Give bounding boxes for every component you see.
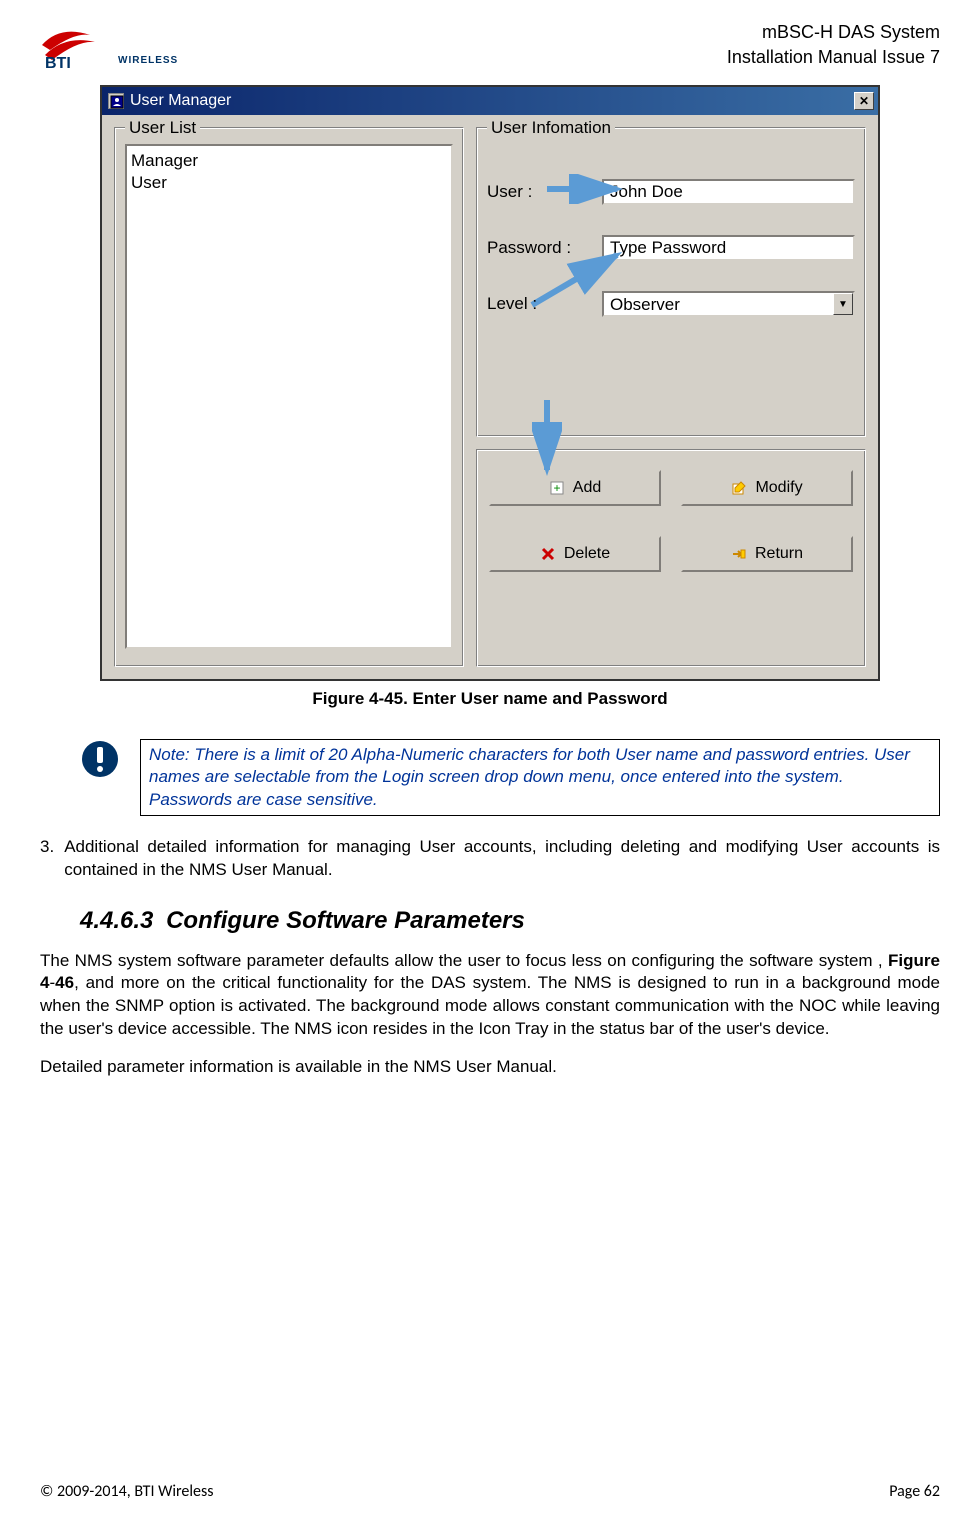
close-icon: ✕: [859, 94, 869, 108]
password-input[interactable]: [602, 235, 855, 261]
return-label: Return: [755, 545, 803, 563]
page-footer: © 2009-2014, BTI Wireless Page 62: [40, 1482, 940, 1501]
alert-icon: [80, 739, 120, 779]
chevron-down-icon: ▼: [833, 293, 853, 315]
delete-label: Delete: [564, 545, 610, 563]
level-value: Observer: [604, 293, 833, 315]
section-heading: 4.4.6.3 Configure Software Parameters: [80, 907, 940, 935]
doc-title: mBSC-H DAS System: [727, 20, 940, 45]
list-number: 3.: [40, 836, 54, 882]
window-icon: [108, 93, 124, 109]
user-list-group: User List Manager User: [114, 127, 464, 667]
level-label: Level :: [487, 294, 602, 314]
list-item[interactable]: Manager: [131, 150, 447, 172]
user-info-group: User Infomation User : Password : Level …: [476, 127, 866, 437]
page-number: Page 62: [889, 1482, 940, 1501]
page-header: BTI WIRELESS mBSC-H DAS System Installat…: [40, 20, 940, 70]
list-text: Additional detailed information for mana…: [64, 836, 940, 882]
section-number: 4.4.6.3: [80, 907, 153, 934]
header-text: mBSC-H DAS System Installation Manual Is…: [727, 20, 940, 70]
modify-button[interactable]: Modify: [681, 470, 853, 506]
list-item[interactable]: User: [131, 172, 447, 194]
user-label: User :: [487, 182, 602, 202]
return-icon: [731, 546, 747, 562]
add-button[interactable]: + Add: [489, 470, 661, 506]
user-list-title: User List: [125, 118, 200, 138]
copyright: © 2009-2014, BTI Wireless: [40, 1482, 214, 1501]
svg-text:BTI: BTI: [45, 55, 71, 70]
doc-subtitle: Installation Manual Issue 7: [727, 45, 940, 70]
user-info-title: User Infomation: [487, 118, 615, 138]
user-manager-dialog: User Manager ✕ User List Manager User Us…: [100, 85, 880, 681]
section-paragraph-2: Detailed parameter information is availa…: [40, 1056, 940, 1079]
password-label: Password :: [487, 238, 602, 258]
section-title: Configure Software Parameters: [166, 907, 525, 934]
add-label: Add: [573, 479, 601, 497]
titlebar: User Manager ✕: [102, 87, 878, 115]
delete-icon: [540, 546, 556, 562]
paragraph-3: 3. Additional detailed information for m…: [40, 836, 940, 882]
section-paragraph-1: The NMS system software parameter defaul…: [40, 950, 940, 1042]
delete-button[interactable]: Delete: [489, 536, 661, 572]
close-button[interactable]: ✕: [854, 92, 874, 110]
buttons-group: + Add Modify Delete: [476, 449, 866, 667]
logo-icon: BTI: [40, 20, 110, 70]
window-title: User Manager: [130, 92, 231, 110]
figure-caption: Figure 4-45. Enter User name and Passwor…: [40, 689, 940, 709]
return-button[interactable]: Return: [681, 536, 853, 572]
modify-label: Modify: [755, 479, 802, 497]
svg-text:+: +: [553, 481, 560, 495]
user-listbox[interactable]: Manager User: [125, 144, 453, 649]
add-icon: +: [549, 480, 565, 496]
note-block: Note: There is a limit of 20 Alpha-Numer…: [80, 739, 940, 815]
modify-icon: [731, 480, 747, 496]
level-select[interactable]: Observer ▼: [602, 291, 855, 317]
logo-text: WIRELESS: [118, 55, 178, 66]
user-input[interactable]: [602, 179, 855, 205]
note-text: Note: There is a limit of 20 Alpha-Numer…: [140, 739, 940, 815]
logo: BTI WIRELESS: [40, 20, 178, 70]
